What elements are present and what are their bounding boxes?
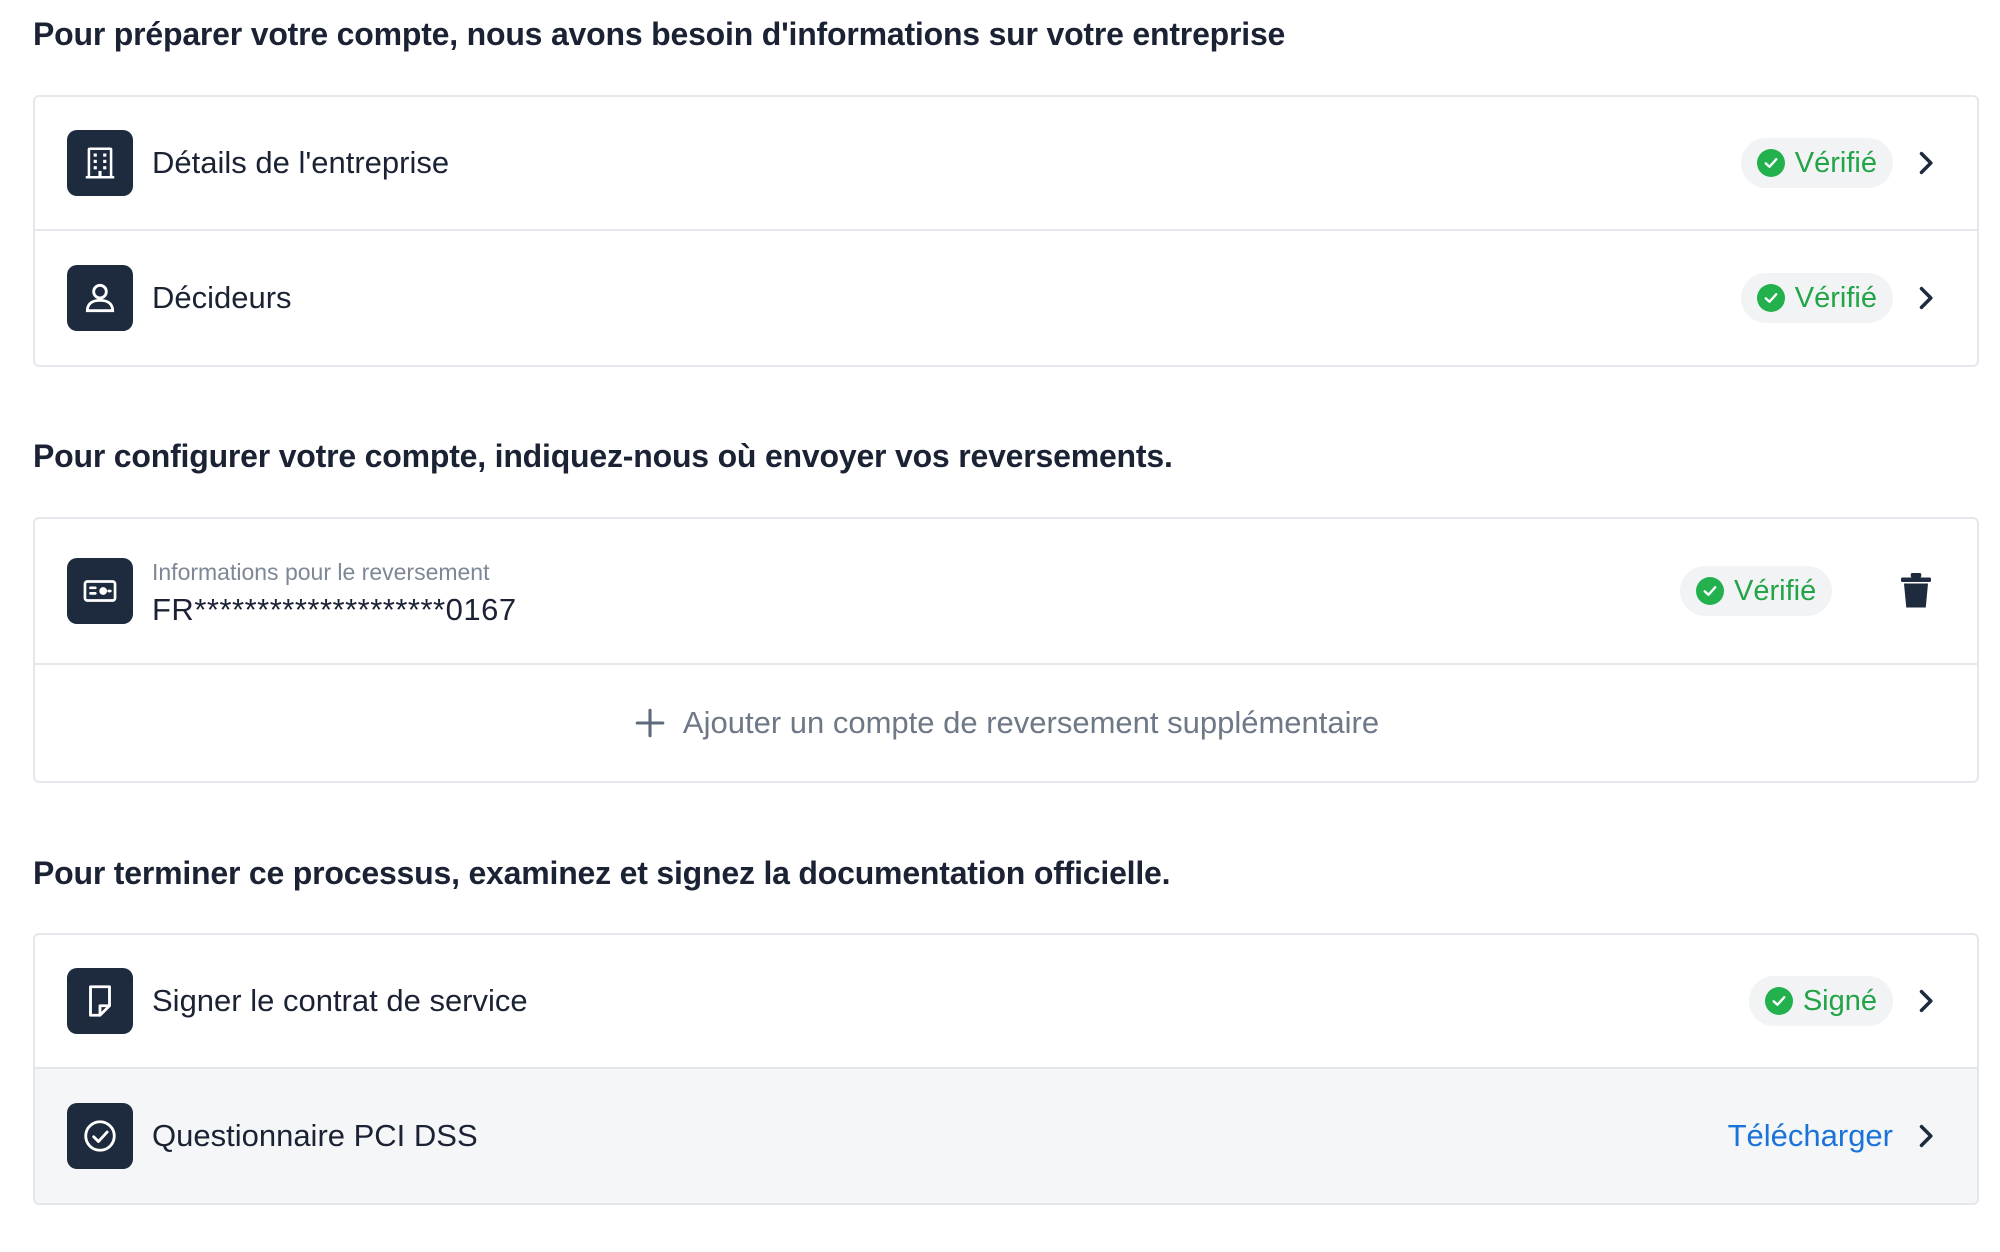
row-label: Signer le contrat de service bbox=[152, 983, 528, 1018]
check-icon bbox=[1764, 987, 1793, 1015]
row-label: Décideurs bbox=[152, 280, 292, 315]
check-circle-icon bbox=[67, 1103, 133, 1169]
status-text: Vérifié bbox=[1794, 281, 1877, 314]
row-label: Questionnaire PCI DSS bbox=[152, 1118, 478, 1153]
chevron-right-icon[interactable] bbox=[1911, 1122, 1939, 1150]
row-decision-makers[interactable]: Décideurs Vérifié bbox=[35, 231, 1977, 365]
row-service-agreement[interactable]: Signer le contrat de service Signé bbox=[35, 935, 1977, 1069]
banknote-icon bbox=[67, 558, 133, 624]
plus-icon bbox=[635, 708, 665, 738]
add-payout-account-button[interactable]: Ajouter un compte de reversement supplém… bbox=[35, 665, 1977, 781]
status-text: Vérifié bbox=[1794, 146, 1877, 179]
add-payout-label: Ajouter un compte de reversement supplém… bbox=[682, 705, 1380, 740]
payout-iban: FR********************0167 bbox=[152, 592, 517, 627]
verified-badge: Vérifié bbox=[1740, 138, 1893, 188]
chevron-right-icon[interactable] bbox=[1911, 284, 1939, 312]
check-icon bbox=[1756, 149, 1785, 177]
person-icon bbox=[67, 265, 133, 331]
verified-badge: Vérifié bbox=[1740, 273, 1893, 323]
building-icon bbox=[67, 130, 133, 196]
verified-badge: Vérifié bbox=[1680, 566, 1833, 616]
company-info-card: Détails de l'entreprise Vérifié Décideur… bbox=[33, 95, 1979, 367]
row-payout-account[interactable]: Informations pour le reversement FR*****… bbox=[35, 519, 1977, 665]
status-text: Vérifié bbox=[1734, 574, 1817, 607]
section-heading-company-info: Pour préparer votre compte, nous avons b… bbox=[33, 16, 1286, 52]
chevron-right-icon[interactable] bbox=[1911, 149, 1939, 177]
signed-badge: Signé bbox=[1748, 976, 1893, 1026]
check-icon bbox=[1756, 284, 1785, 312]
payout-info: Informations pour le reversement FR*****… bbox=[152, 559, 517, 628]
check-icon bbox=[1696, 577, 1724, 605]
payout-caption: Informations pour le reversement bbox=[152, 559, 490, 585]
chevron-right-icon[interactable] bbox=[1911, 987, 1939, 1015]
row-pci-dss[interactable]: Questionnaire PCI DSS Télécharger bbox=[35, 1069, 1977, 1203]
document-icon bbox=[67, 968, 133, 1034]
trash-icon[interactable] bbox=[1901, 573, 1931, 609]
row-label: Détails de l'entreprise bbox=[152, 145, 450, 180]
download-link[interactable]: Télécharger bbox=[1728, 1118, 1893, 1154]
section-heading-payouts: Pour configurer votre compte, indiquez-n… bbox=[33, 438, 1173, 474]
payout-card: Informations pour le reversement FR*****… bbox=[33, 517, 1979, 783]
documents-card: Signer le contrat de service Signé Quest… bbox=[33, 933, 1979, 1205]
status-text: Signé bbox=[1802, 984, 1877, 1017]
section-heading-documents: Pour terminer ce processus, examinez et … bbox=[33, 855, 1171, 891]
row-company-details[interactable]: Détails de l'entreprise Vérifié bbox=[35, 97, 1977, 231]
